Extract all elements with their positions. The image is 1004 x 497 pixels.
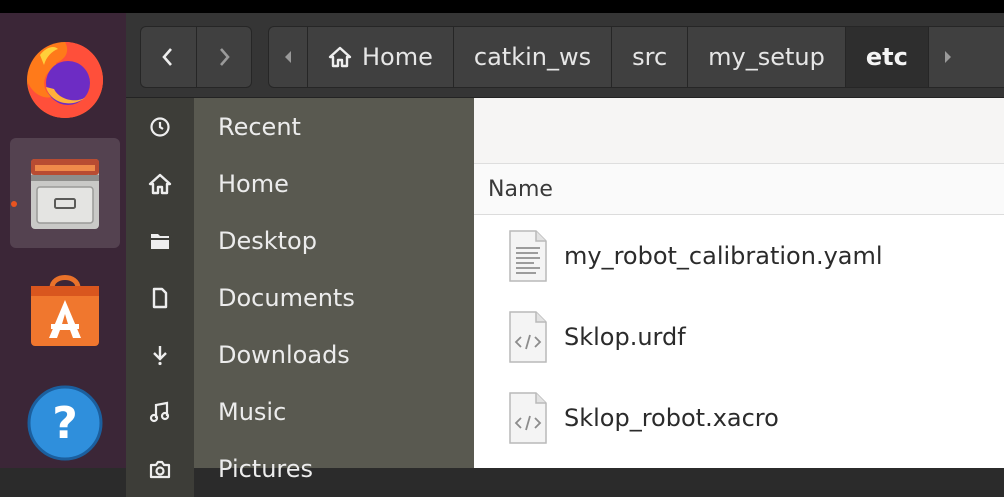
download-icon	[153, 345, 167, 365]
sidebar-item-desktop[interactable]: Desktop	[126, 212, 474, 269]
text-file-icon	[509, 230, 547, 282]
dock: ?	[0, 13, 126, 468]
code-file-icon	[509, 311, 547, 363]
file-row[interactable]: Sklop_robot.xacro	[474, 378, 1004, 458]
shopping-bag-icon	[31, 275, 99, 346]
document-icon	[152, 287, 168, 308]
sidebar-item-pictures[interactable]: Pictures	[126, 440, 474, 497]
nav-buttons	[140, 26, 252, 88]
dock-help[interactable]: ?	[10, 368, 120, 478]
sidebar-icon-cell	[126, 326, 194, 383]
file-name: Sklop.urdf	[564, 323, 686, 351]
column-header-label: Name	[488, 176, 553, 202]
home-icon	[328, 46, 352, 68]
sidebar-item-label: Documents	[218, 283, 355, 312]
clock-icon	[150, 116, 170, 137]
running-indicator	[11, 201, 17, 207]
file-name: my_robot_calibration.yaml	[564, 242, 883, 270]
sidebar-item-label: Home	[218, 169, 289, 198]
back-button[interactable]	[141, 27, 196, 87]
top-bar	[0, 0, 1004, 13]
home-icon	[148, 173, 172, 194]
sidebar-icon-cell	[126, 155, 194, 212]
dock-firefox[interactable]	[10, 23, 120, 133]
sidebar-icon-cell	[126, 212, 194, 269]
sidebar-item-label: Pictures	[218, 454, 314, 483]
sidebar-item-home[interactable]: Home	[126, 155, 474, 212]
firefox-icon	[27, 42, 103, 118]
triangle-right-icon	[944, 51, 951, 63]
sidebar-item-label: Music	[218, 397, 287, 426]
path-scroll-right-button[interactable]	[927, 27, 967, 87]
music-icon	[149, 401, 170, 422]
sidebar-item-label: Downloads	[218, 340, 350, 369]
triangle-left-icon	[285, 51, 291, 63]
sidebar-icon-cell	[126, 383, 194, 440]
sidebar-icon-cell	[126, 98, 194, 155]
dock-software[interactable]	[10, 253, 120, 363]
file-cabinet-icon	[31, 159, 99, 229]
file-row[interactable]: Sklop.urdf	[474, 297, 1004, 377]
file-row[interactable]: my_robot_calibration.yaml	[474, 216, 1004, 296]
crumb-home[interactable]: Home	[307, 27, 453, 87]
column-header-name[interactable]: Name	[474, 164, 1004, 215]
sidebar-item-label: Recent	[218, 112, 301, 141]
forward-button[interactable]	[195, 27, 252, 87]
chevron-left-icon	[162, 48, 173, 66]
crumb-catkin-ws[interactable]: catkin_ws	[452, 27, 611, 87]
dock-files[interactable]	[10, 138, 120, 248]
sidebar-item-documents[interactable]: Documents	[126, 269, 474, 326]
help-icon: ?	[27, 385, 103, 461]
path-bar: Home catkin_ws src my_setup etc	[268, 26, 1004, 88]
file-list-pane: Name my_robot_calibration.yaml Sklop.urd…	[474, 98, 1004, 468]
sidebar-item-music[interactable]: Music	[126, 383, 474, 440]
crumb-my-setup[interactable]: my_setup	[687, 27, 845, 87]
chevron-right-icon	[219, 48, 230, 66]
header-bar: Home catkin_ws src my_setup etc	[126, 13, 1004, 98]
sidebar-icon-cell	[126, 269, 194, 326]
crumb-etc[interactable]: etc	[844, 27, 928, 87]
svg-text:?: ?	[52, 398, 78, 449]
file-list-toolbar-area	[474, 98, 1004, 164]
sidebar-item-downloads[interactable]: Downloads	[126, 326, 474, 383]
code-file-icon	[509, 392, 547, 444]
folder-icon	[151, 233, 169, 249]
sidebar-item-label: Desktop	[218, 226, 317, 255]
sidebar-item-recent[interactable]: Recent	[126, 98, 474, 155]
file-name: Sklop_robot.xacro	[564, 404, 779, 432]
path-scroll-left-button[interactable]	[269, 27, 307, 87]
camera-icon	[149, 460, 171, 478]
crumb-src[interactable]: src	[611, 27, 687, 87]
sidebar-icon-cell	[126, 440, 194, 497]
places-sidebar: Recent Home Desktop Documents Downloads …	[126, 98, 474, 497]
